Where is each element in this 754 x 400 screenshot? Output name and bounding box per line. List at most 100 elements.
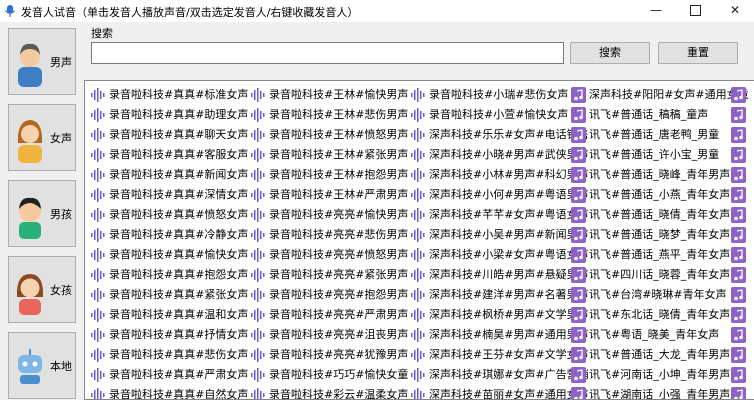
voice-label: 讯飞#普通话_大龙_青年男声	[589, 348, 731, 361]
music-note-icon	[731, 307, 746, 323]
voice-label: 录音啦科技#亮亮#抱怨男声	[269, 288, 409, 301]
voice-label: 录音啦科技#真真#愉快女声	[109, 248, 249, 261]
reset-button[interactable]: 重置	[658, 42, 738, 64]
category-local[interactable]: 本地	[8, 332, 76, 399]
category-girl-voice[interactable]: 女孩	[8, 256, 76, 323]
music-note-icon	[731, 387, 746, 399]
category-male-voice[interactable]: 男声	[8, 28, 76, 95]
music-note-icon	[731, 87, 746, 103]
search-button[interactable]: 搜索	[570, 42, 650, 64]
voice-label: 讯飞#湖南话_小强_青年男声	[589, 388, 731, 400]
voice-label: 录音啦科技#彩云#温柔女声	[269, 388, 409, 400]
voice-label: 录音啦科技#亮亮#犹豫男声	[269, 348, 409, 361]
sound-wave-icon	[91, 107, 105, 123]
search-label: 搜索	[91, 27, 113, 40]
sound-wave-icon	[91, 187, 105, 203]
voice-label: 录音啦科技#真真#助理女声	[109, 108, 249, 121]
sound-wave-icon	[411, 167, 425, 183]
maximize-button[interactable]	[680, 0, 710, 22]
music-note-icon	[571, 287, 586, 303]
voice-label: 录音啦科技#真真#愤怒女声	[109, 208, 249, 221]
voice-label: 讯飞#河南话_小坤_青年男声	[589, 368, 731, 381]
sound-wave-icon	[411, 187, 425, 203]
boy-avatar-icon	[19, 197, 41, 239]
voice-label: 录音啦科技#真真#抱怨女声	[109, 268, 249, 281]
voice-label: 深声科技#阳阳#女声#通用女童	[589, 88, 749, 101]
voice-label: 录音啦科技#王林#愉快男声	[269, 88, 409, 101]
title-bar: 发音人试音（单击发音人播放声音/双击选定发音人/右键收藏发音人） — ✕	[0, 0, 754, 22]
minimize-button[interactable]: —	[641, 0, 671, 22]
music-note-icon	[731, 147, 746, 163]
music-note-icon	[731, 287, 746, 303]
sound-wave-icon	[411, 107, 425, 123]
category-female-voice[interactable]: 女声	[8, 104, 76, 171]
voice-label: 讯飞#粤语_晓美_青年女声	[589, 328, 720, 341]
music-note-icon	[731, 227, 746, 243]
close-button[interactable]: ✕	[720, 0, 750, 22]
music-note-icon	[571, 227, 586, 243]
sound-wave-icon	[251, 207, 265, 223]
sound-wave-icon	[251, 367, 265, 383]
sound-wave-icon	[411, 87, 425, 103]
voice-list[interactable]: 录音啦科技#真真#标准女声 录音啦科技#真真#助理女声 录音啦科技#真真#聊天女声录…	[84, 80, 754, 400]
maximize-icon	[689, 5, 701, 16]
sound-wave-icon	[251, 287, 265, 303]
voice-label: 录音啦科技#真真#悲伤女声	[109, 348, 249, 361]
sound-wave-icon	[91, 247, 105, 263]
voice-label: 深声科技#小晓#男声#武侠男声	[429, 148, 589, 161]
music-note-icon	[571, 347, 586, 363]
voice-label: 深声科技#小吴#男声#新闻男声	[429, 228, 589, 241]
sound-wave-icon	[251, 147, 265, 163]
voice-label: 讯飞#普通话_许小宝_男童	[589, 148, 720, 161]
music-note-icon	[731, 327, 746, 343]
sound-wave-icon	[251, 187, 265, 203]
sound-wave-icon	[91, 87, 105, 103]
voice-label: 录音啦科技#真真#新闻女声	[109, 168, 249, 181]
sound-wave-icon	[411, 367, 425, 383]
music-note-icon	[571, 187, 586, 203]
voice-label: 录音啦科技#巧巧#愉快女童	[269, 368, 409, 381]
music-note-icon	[731, 107, 746, 123]
voice-label: 录音啦科技#真真#冷静女声	[109, 228, 249, 241]
sound-wave-icon	[411, 207, 425, 223]
sound-wave-icon	[91, 167, 105, 183]
music-note-icon	[731, 267, 746, 283]
voice-label: 录音啦科技#真真#客服女声	[109, 148, 249, 161]
music-note-icon	[731, 167, 746, 183]
voice-label: 讯飞#普通话_燕平_青年女声	[589, 248, 731, 261]
voice-label: 讯飞#普通话_晓倩_青年女声	[589, 208, 731, 221]
sound-wave-icon	[91, 387, 105, 399]
voice-label: 录音啦科技#真真#严肃女声	[109, 368, 249, 381]
voice-label: 深声科技#芊芊#女声#粤语女声	[429, 208, 589, 221]
music-note-icon	[571, 327, 586, 343]
voice-label: 深声科技#王芬#女声#文学女声	[429, 348, 589, 361]
voice-label: 深声科技#枫桥#男声#文学男声	[429, 308, 589, 321]
sound-wave-icon	[251, 347, 265, 363]
category-label: 女声	[50, 132, 72, 145]
sound-wave-icon	[91, 307, 105, 323]
girl-avatar-icon	[16, 274, 44, 315]
music-note-icon	[571, 307, 586, 323]
voice-label: 讯飞#普通话_晓梦_青年女声	[589, 228, 731, 241]
search-input[interactable]	[91, 42, 564, 64]
music-note-icon	[571, 87, 586, 103]
music-note-icon	[571, 247, 586, 263]
sound-wave-icon	[91, 267, 105, 283]
sound-wave-icon	[251, 387, 265, 399]
voice-label: 录音啦科技#真真#聊天女声	[109, 128, 249, 141]
category-label: 男声	[50, 56, 72, 69]
sound-wave-icon	[251, 307, 265, 323]
voice-label: 录音啦科技#王林#愤怒男声	[269, 128, 409, 141]
minimize-icon: —	[650, 3, 662, 17]
voice-label: 深声科技#琪娜#女声#广告营销	[429, 368, 589, 381]
sound-wave-icon	[251, 107, 265, 123]
voice-label: 录音啦科技#亮亮#愤怒男声	[269, 248, 409, 261]
voice-label: 录音啦科技#王林#严肃男声	[269, 188, 409, 201]
sound-wave-icon	[411, 347, 425, 363]
sound-wave-icon	[91, 287, 105, 303]
man-avatar-icon	[18, 43, 42, 87]
sound-wave-icon	[411, 387, 425, 399]
voice-label: 深声科技#川皓#男声#悬疑男声	[429, 268, 589, 281]
music-note-icon	[571, 147, 586, 163]
category-boy-voice[interactable]: 男孩	[8, 180, 76, 247]
